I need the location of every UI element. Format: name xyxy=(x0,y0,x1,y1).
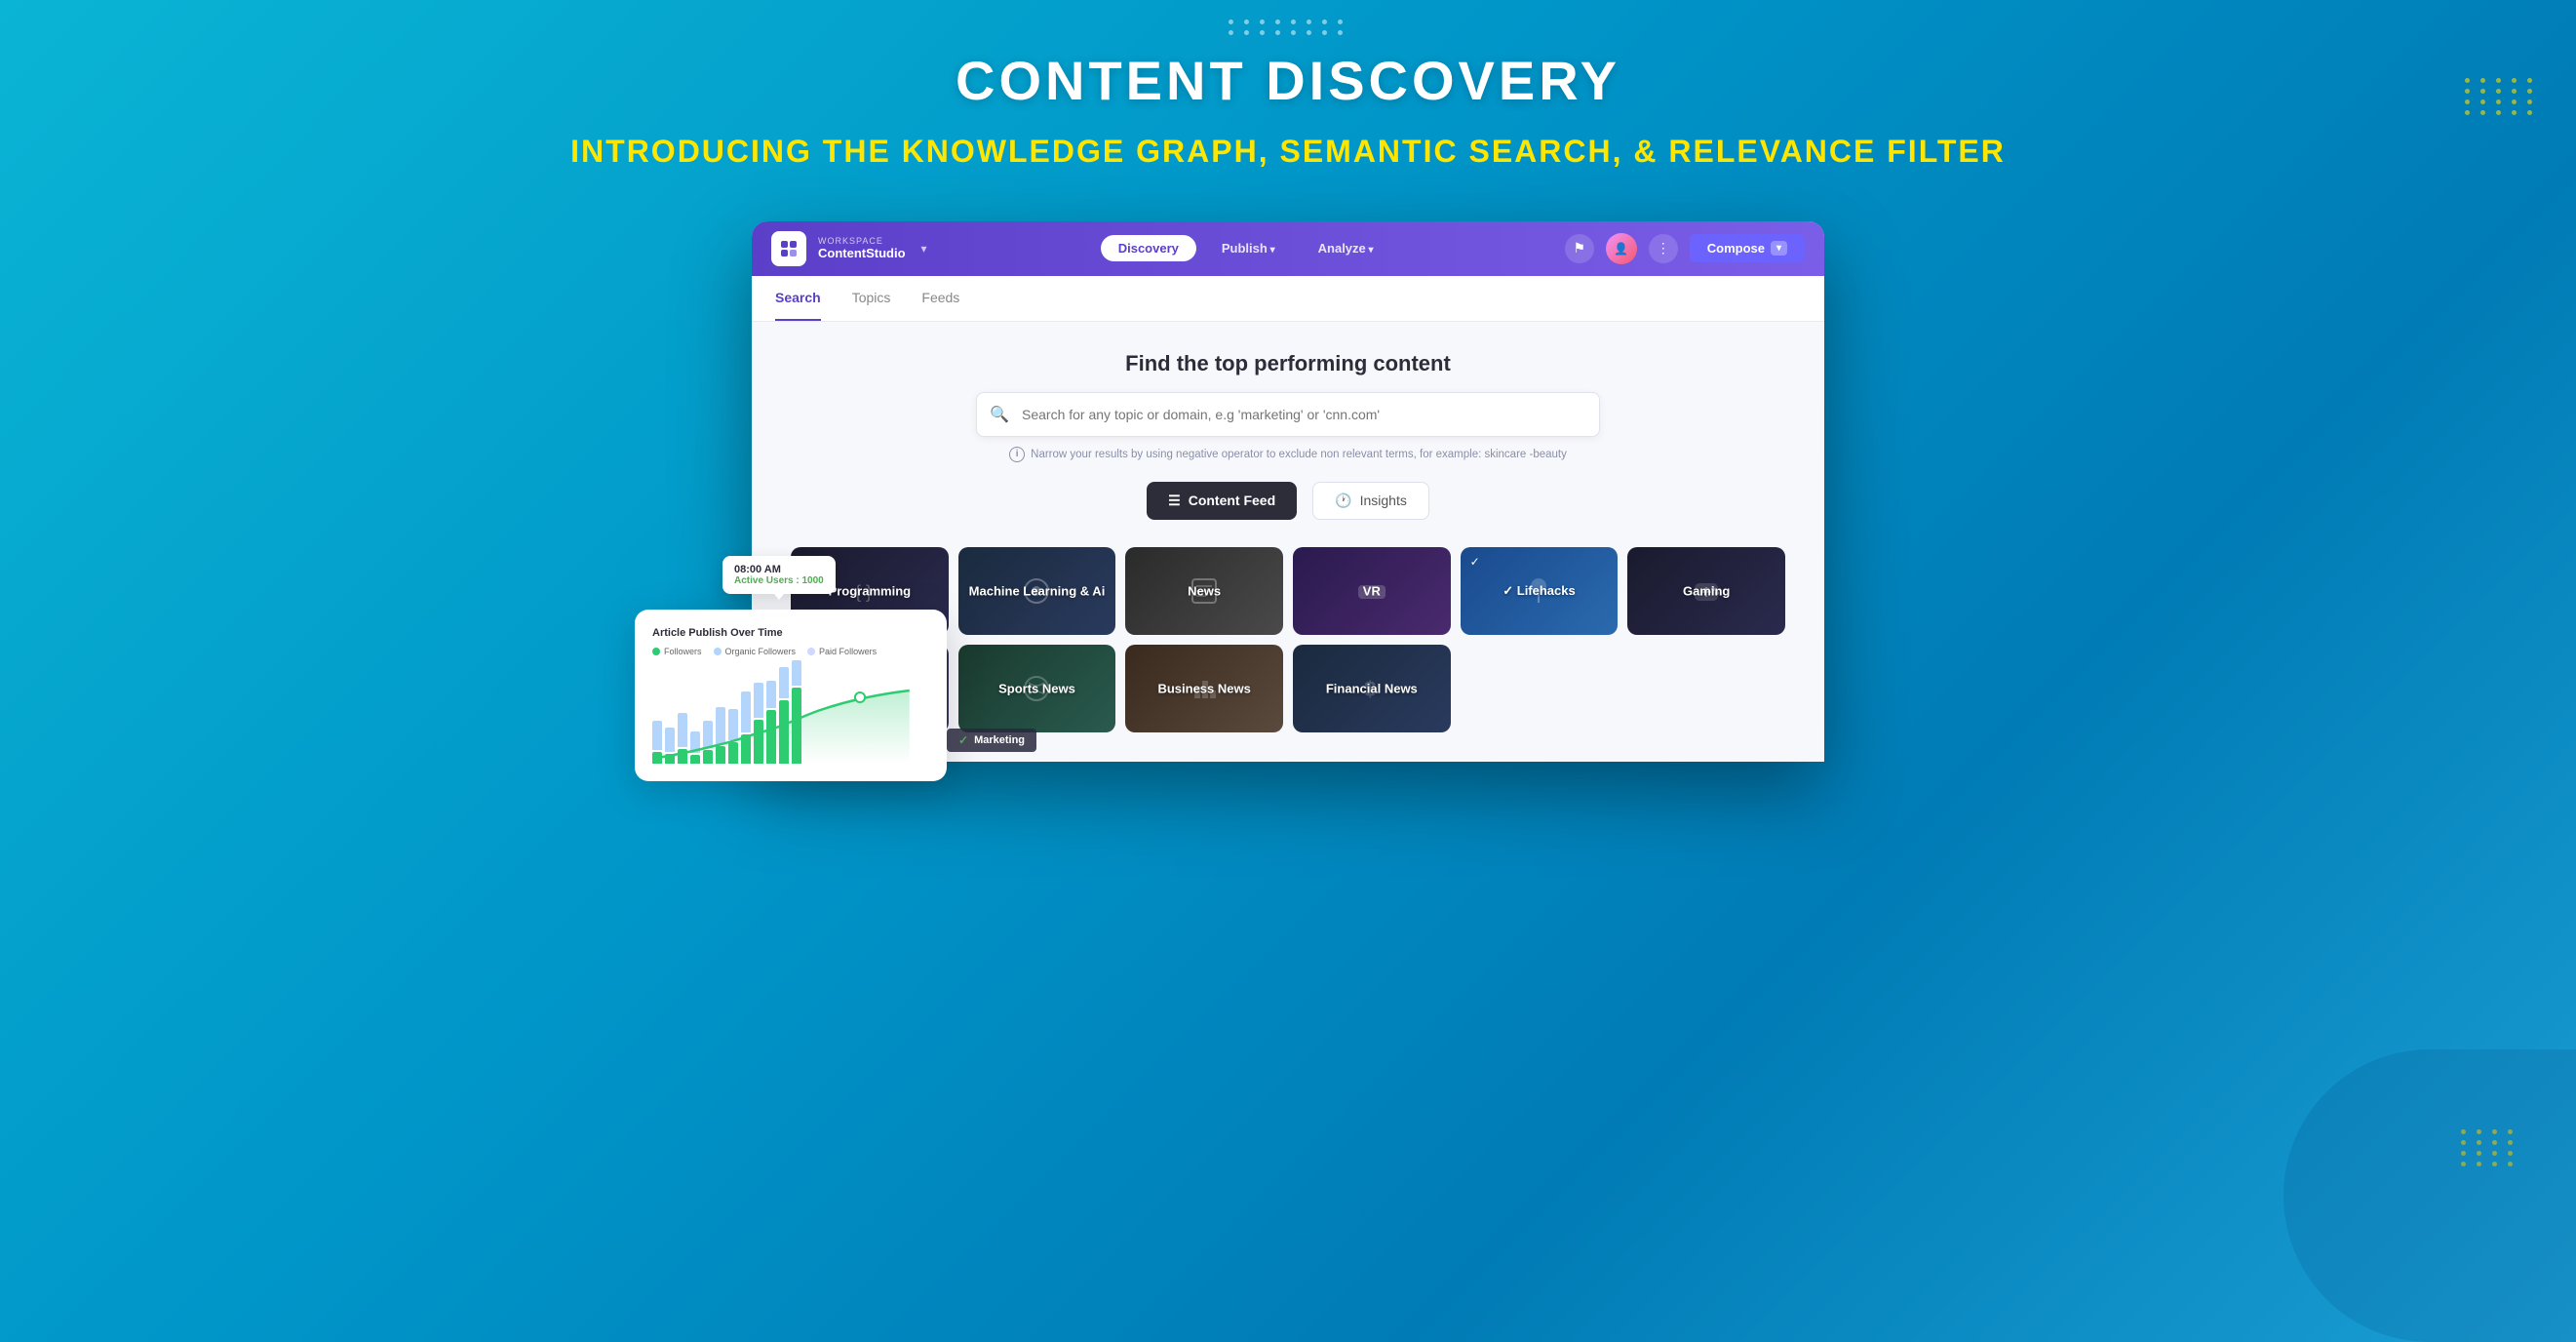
insights-button[interactable]: 🕐 Insights xyxy=(1312,482,1429,520)
subnav-search[interactable]: Search xyxy=(775,276,821,321)
chart-area xyxy=(652,666,929,764)
subnav-feeds[interactable]: Feeds xyxy=(921,276,959,321)
app-navbar: WORKSPACE ContentStudio ▾ Discovery Publ… xyxy=(752,221,1824,276)
search-hint: i Narrow your results by using negative … xyxy=(1009,447,1567,462)
topic-label-business: Business News xyxy=(1125,673,1283,703)
search-title: Find the top performing content xyxy=(1125,351,1451,376)
legend-dot-followers xyxy=(652,648,660,655)
topic-card-gaming[interactable]: Gaming xyxy=(1627,547,1785,635)
search-input[interactable] xyxy=(976,392,1600,437)
topic-card-lifehacks[interactable]: ✓ ✓ Lifehacks xyxy=(1461,547,1619,635)
insights-icon: 🕐 xyxy=(1335,493,1351,509)
legend-organic: Organic Followers xyxy=(714,647,797,656)
content-feed-label: Content Feed xyxy=(1189,493,1275,508)
flag-icon-button[interactable]: ⚑ xyxy=(1565,234,1594,263)
content-feed-icon: ☰ xyxy=(1168,493,1181,509)
nav-analyze-button[interactable]: Analyze xyxy=(1301,235,1391,261)
app-mockup: Article Publish Over Time Followers Orga… xyxy=(752,221,1824,762)
logo-icon xyxy=(779,239,799,258)
wave-background xyxy=(2283,1049,2576,1342)
topic-card-news[interactable]: News xyxy=(1125,547,1283,635)
topic-label-sports: Sports News xyxy=(958,673,1116,703)
workspace-chevron-icon[interactable]: ▾ xyxy=(921,242,927,256)
nav-discovery-button[interactable]: Discovery xyxy=(1101,235,1196,261)
tooltip-users: Active Users : 1000 xyxy=(734,575,824,586)
topic-card-ml-ai[interactable]: Machine Learning & Ai xyxy=(958,547,1116,635)
legend-dot-organic xyxy=(714,648,722,655)
topic-card-business-news[interactable]: Business News xyxy=(1125,645,1283,732)
legend-followers: Followers xyxy=(652,647,702,656)
compose-chevron-icon: ▾ xyxy=(1771,241,1787,256)
app-logo xyxy=(771,231,806,266)
topic-card-sports-news[interactable]: Sports News xyxy=(958,645,1116,732)
tooltip-time: 08:00 AM xyxy=(734,564,824,575)
topic-label-gaming: Gaming xyxy=(1627,575,1785,606)
topic-card-financial-news[interactable]: $ Financial News xyxy=(1293,645,1451,732)
page-title: Content Discovery xyxy=(570,49,2006,112)
workspace-label: WORKSPACE xyxy=(818,236,906,246)
nav-publish-button[interactable]: Publish xyxy=(1204,235,1293,261)
topic-label-financial: Financial News xyxy=(1293,673,1451,703)
header-section: Content Discovery Introducing the Knowle… xyxy=(551,0,2025,202)
action-buttons: ☰ Content Feed 🕐 Insights xyxy=(1147,482,1429,520)
search-hint-text: Narrow your results by using negative op… xyxy=(1031,449,1567,460)
navbar-right: ⚑ 👤 ⋮ Compose ▾ xyxy=(1565,233,1805,264)
tooltip-arrow xyxy=(774,594,784,600)
navbar-center: Discovery Publish Analyze xyxy=(1101,235,1391,261)
chart-title: Article Publish Over Time xyxy=(652,627,929,639)
search-box-wrapper: 🔍 xyxy=(976,392,1600,437)
page-subtitle: Introducing the Knowledge Graph, Semanti… xyxy=(570,132,2006,173)
content-feed-button[interactable]: ☰ Content Feed xyxy=(1147,482,1297,520)
navbar-left: WORKSPACE ContentStudio ▾ xyxy=(771,231,927,266)
compose-button[interactable]: Compose ▾ xyxy=(1690,234,1805,262)
legend-dot-paid xyxy=(807,648,815,655)
marketing-label: Marketing xyxy=(974,734,1025,746)
info-icon: i xyxy=(1009,447,1025,462)
workspace-info: WORKSPACE ContentStudio xyxy=(818,236,906,260)
subnav-topics[interactable]: Topics xyxy=(852,276,891,321)
topic-label-news: News xyxy=(1125,575,1283,606)
marketing-check-icon: ✓ xyxy=(958,733,968,747)
insights-label: Insights xyxy=(1360,493,1407,508)
topic-label-ml-ai: Machine Learning & Ai xyxy=(958,575,1116,606)
user-avatar[interactable]: 👤 xyxy=(1606,233,1637,264)
dots-top-right xyxy=(2465,78,2537,115)
marketing-badge: ✓ Marketing xyxy=(947,729,1036,752)
sub-nav: Search Topics Feeds xyxy=(752,276,1824,322)
workspace-name: ContentStudio xyxy=(818,246,906,260)
chart-tooltip: 08:00 AM Active Users : 1000 xyxy=(722,556,836,594)
lifehacks-check-icon: ✓ xyxy=(1470,555,1480,569)
legend-paid: Paid Followers xyxy=(807,647,877,656)
chart-card: Article Publish Over Time Followers Orga… xyxy=(635,610,947,781)
topic-label-vr: VR xyxy=(1293,575,1451,606)
topic-label-lifehacks: ✓ Lifehacks xyxy=(1461,575,1619,607)
compose-label: Compose xyxy=(1707,241,1765,256)
search-icon: 🔍 xyxy=(990,405,1009,424)
topic-card-vr[interactable]: VR xyxy=(1293,547,1451,635)
more-options-icon[interactable]: ⋮ xyxy=(1649,234,1678,263)
line-chart-svg xyxy=(652,686,929,764)
chart-legend: Followers Organic Followers Paid Followe… xyxy=(652,647,929,656)
